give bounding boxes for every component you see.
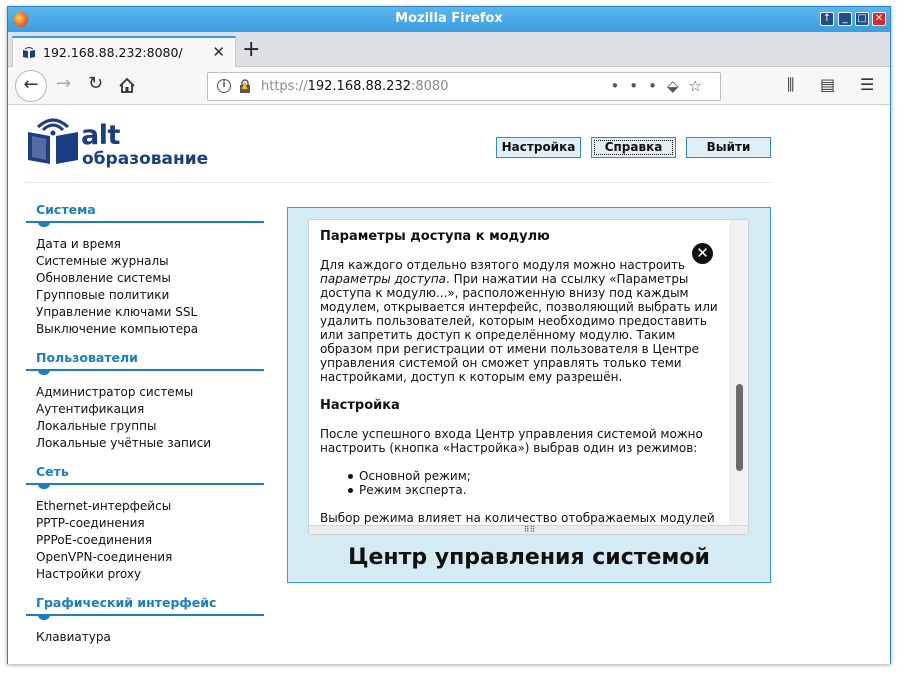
sidebar-item-pppoe[interactable]: PPPoE-соединения [26, 532, 266, 549]
tab-bar: 192.168.88.232:8080/ ✕ + [8, 32, 890, 68]
url-host: 192.168.88.232 [307, 79, 411, 94]
url-port: :8080 [411, 79, 449, 94]
sidebar-item-proxy[interactable]: Настройки proxy [26, 566, 266, 583]
alt-favicon-icon [23, 47, 35, 58]
sidebar-item-shutdown[interactable]: Выключение компьютера [26, 321, 266, 338]
sidebar-section-system: Система [36, 202, 96, 217]
library-icon[interactable]: ⫼ [787, 75, 794, 95]
help-text-emphasis: параметры доступа [320, 272, 447, 286]
url-text: https://192.168.88.232:8080 [261, 79, 448, 94]
new-tab-button[interactable]: + [242, 37, 260, 62]
alt-logo[interactable]: alt образование [26, 118, 226, 170]
scrollbar-thumb[interactable] [736, 384, 743, 471]
back-button[interactable]: ← [15, 70, 47, 102]
keep-above-button[interactable]: ↑ [820, 12, 834, 26]
sidebar-toggle-icon[interactable]: ▤ [820, 75, 835, 94]
sidebar-item-system-logs[interactable]: Системные журналы [26, 253, 266, 270]
site-info-icon[interactable]: i [217, 79, 231, 93]
help-text: Параметры доступа к модулю Для каждого о… [320, 229, 720, 526]
maximize-button[interactable]: □ [855, 12, 869, 26]
insecure-lock-icon[interactable] [238, 79, 252, 94]
book-logo-icon [28, 118, 78, 164]
help-popup: Параметры доступа к модулю Для каждого о… [308, 219, 749, 535]
help-paragraph-mode: Выбор режима влияет на количество отобра… [320, 511, 715, 525]
header-divider [26, 182, 771, 183]
pocket-icon[interactable]: ⬙ [667, 77, 689, 95]
help-paragraph-settings: После успешного входа Центр управления с… [320, 427, 703, 455]
logout-button[interactable]: Выйти [686, 137, 771, 158]
url-actions: •••⬙☆ [610, 77, 712, 95]
navigation-bar: ← → ↻ i https://192.168.88.232:8080 •••⬙… [8, 67, 890, 105]
close-window-button[interactable]: ✕ [872, 12, 886, 26]
sidebar-item-ssl-keys[interactable]: Управление ключами SSL [26, 304, 266, 321]
page-actions-icon[interactable]: ••• [610, 77, 667, 95]
section-divider [26, 614, 264, 620]
sidebar-section-users: Пользователи [36, 350, 138, 365]
section-divider [26, 369, 264, 375]
resize-grip-icon[interactable]: ⠿⠿ [309, 525, 748, 534]
sidebar-item-keyboard[interactable]: Клавиатура [26, 629, 266, 646]
logo-text-alt: alt [81, 120, 120, 151]
home-icon[interactable] [119, 78, 135, 93]
sidebar-item-openvpn[interactable]: OpenVPN-соединения [26, 549, 266, 566]
forward-button[interactable]: → [56, 73, 71, 94]
settings-button[interactable]: Настройка [496, 137, 581, 158]
reload-button[interactable]: ↻ [88, 73, 103, 94]
page-title: Центр управления системой [348, 545, 710, 570]
sidebar-item-administrator[interactable]: Администратор системы [26, 384, 266, 401]
scrollbar[interactable] [729, 220, 748, 525]
tab-title: 192.168.88.232:8080/ [43, 45, 183, 60]
list-item: Основной режим; [348, 469, 720, 483]
tab-close-icon[interactable]: ✕ [212, 43, 225, 61]
sidebar-item-local-groups[interactable]: Локальные группы [26, 418, 266, 435]
section-divider [26, 483, 264, 489]
help-text-span: Для каждого отдельно взятого модуля можн… [320, 258, 686, 272]
sidebar-section-network: Сеть [36, 464, 69, 479]
sidebar-item-authentication[interactable]: Аутентификация [26, 401, 266, 418]
sidebar-item-system-update[interactable]: Обновление системы [26, 270, 266, 287]
close-help-icon[interactable]: ✕ [692, 243, 713, 264]
help-heading-access: Параметры доступа к модулю [320, 229, 550, 244]
help-text-span: . При нажатии на ссылку «Параметры досту… [320, 272, 718, 384]
sidebar-item-ethernet[interactable]: Ethernet-интерфейсы [26, 498, 266, 515]
bookmark-star-icon[interactable]: ☆ [689, 77, 712, 95]
help-paragraph-access: Для каждого отдельно взятого модуля можн… [320, 258, 720, 384]
minimize-button[interactable]: _ [838, 12, 852, 26]
browser-window: Mozilla Firefox ↑ _ □ ✕ 192.168.88.232:8… [7, 6, 891, 664]
sidebar-item-local-accounts[interactable]: Локальные учётные записи [26, 435, 266, 452]
sidebar: Система Дата и время Системные журналы О… [26, 202, 266, 646]
help-button[interactable]: Справка [591, 137, 676, 158]
window-title: Mozilla Firefox [395, 11, 503, 26]
url-scheme: https:// [261, 79, 308, 94]
sidebar-item-date-time[interactable]: Дата и время [26, 236, 266, 253]
mode-list: Основной режим; Режим эксперта. [348, 469, 720, 497]
logo-text-education: образование [82, 149, 209, 169]
title-bar: Mozilla Firefox ↑ _ □ ✕ [8, 7, 890, 32]
sidebar-section-gui: Графический интерфейс [36, 595, 217, 610]
url-bar[interactable]: i https://192.168.88.232:8080 •••⬙☆ [207, 72, 721, 101]
menu-icon[interactable]: ☰ [860, 75, 874, 94]
help-heading-settings: Настройка [320, 398, 400, 413]
browser-tab[interactable]: 192.168.88.232:8080/ ✕ [12, 36, 236, 68]
main-panel: Параметры доступа к модулю Для каждого о… [287, 207, 771, 583]
section-divider [26, 221, 264, 227]
sidebar-item-pptp[interactable]: PPTP-соединения [26, 515, 266, 532]
sidebar-item-group-policies[interactable]: Групповые политики [26, 287, 266, 304]
page-content: alt образование Настройка Справка Выйти … [8, 106, 890, 664]
list-item: Режим эксперта. [348, 483, 720, 497]
